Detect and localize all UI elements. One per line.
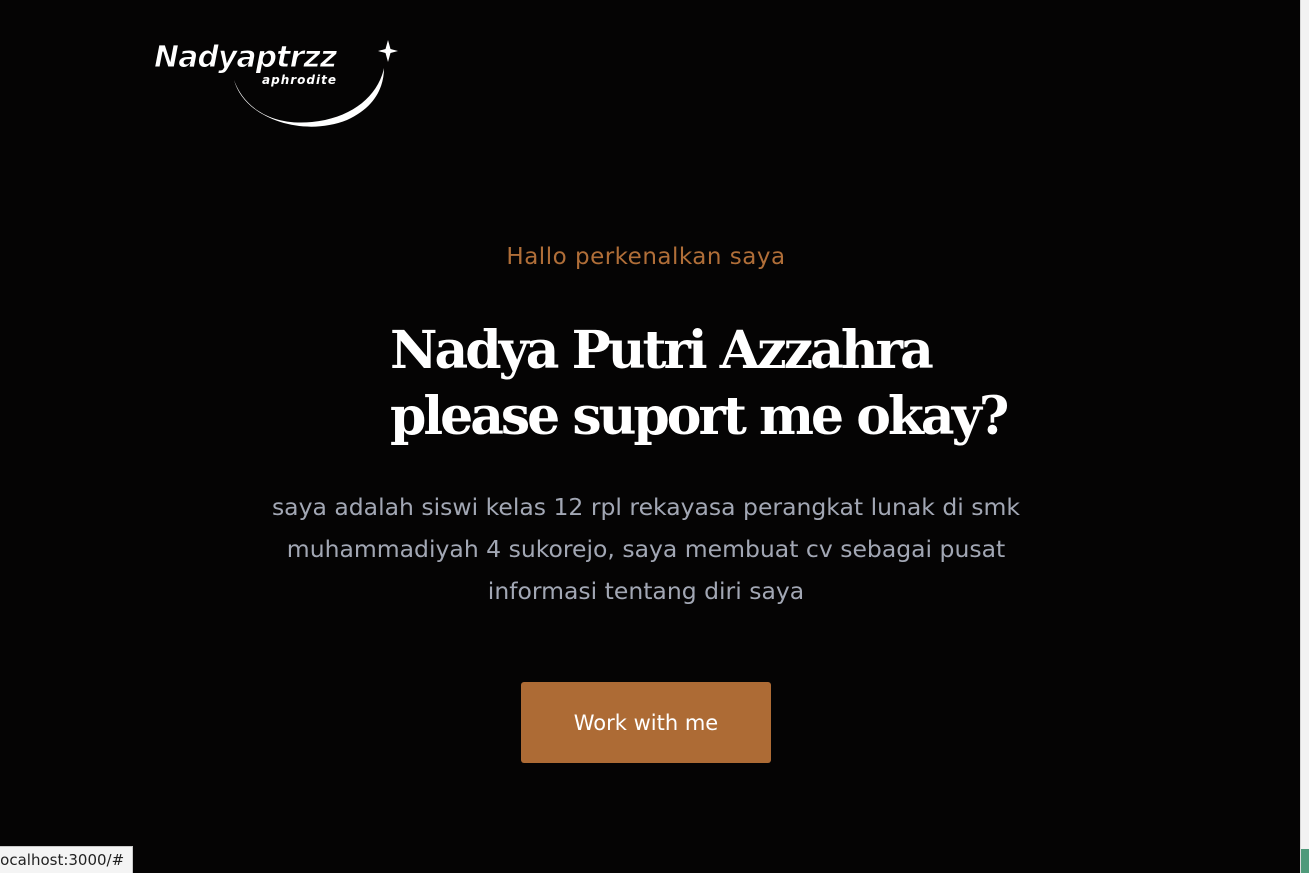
logo-graphic: Nadyaptrzz aphrodite xyxy=(154,40,398,127)
star-icon xyxy=(378,40,398,62)
brand-logo[interactable]: Nadyaptrzz aphrodite xyxy=(152,38,402,134)
hero-description: saya adalah siswi kelas 12 rpl rekayasa … xyxy=(271,493,1021,605)
browser-status-url: localhost:3000/# xyxy=(0,846,133,873)
hero-headline: Nadya Putri Azzahra please suport me oka… xyxy=(390,318,1009,450)
headline-line-1: Nadya Putri Azzahra xyxy=(390,320,934,381)
logo-wordmark: Nadyaptrzz xyxy=(154,40,338,75)
page-viewport: Nadyaptrzz aphrodite Hallo perkenalkan s… xyxy=(0,0,1300,873)
work-with-me-button[interactable]: Work with me xyxy=(521,682,771,763)
hero-greeting: Hallo perkenalkan saya xyxy=(506,244,786,270)
headline-line-2: please suport me okay? xyxy=(390,386,1009,447)
window-edge-scrollbar[interactable] xyxy=(1300,0,1309,873)
scrollbar-accent xyxy=(1301,849,1309,873)
logo-subtitle: aphrodite xyxy=(262,73,337,87)
